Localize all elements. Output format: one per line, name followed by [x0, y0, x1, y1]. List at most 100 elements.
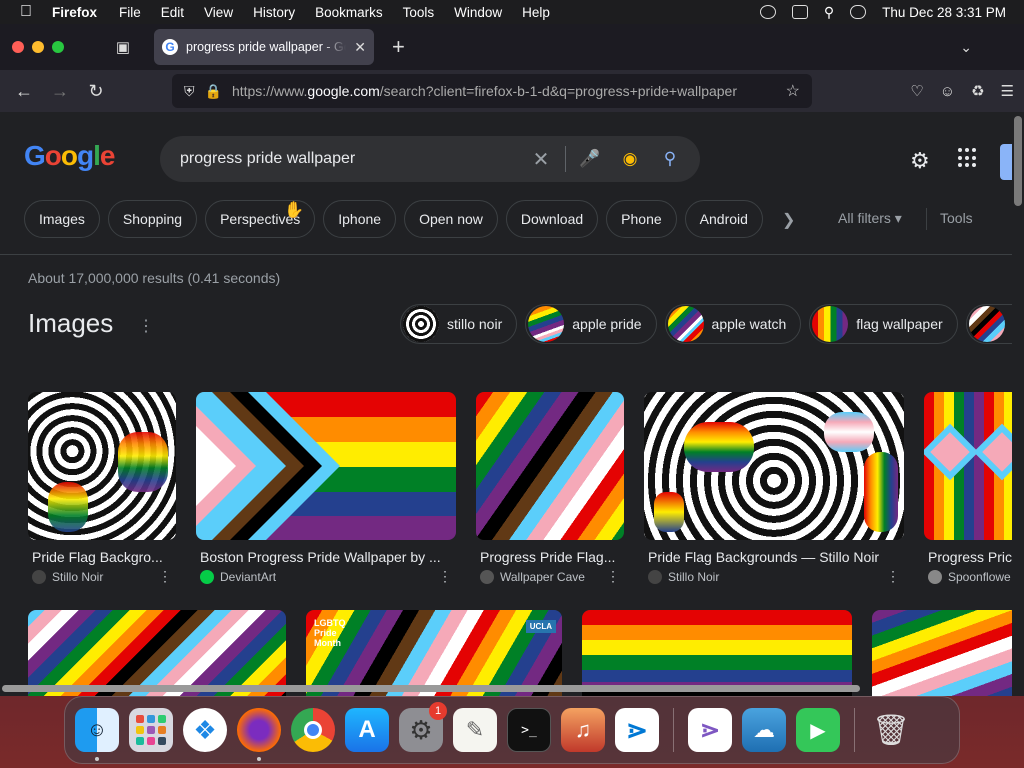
firefox-icon[interactable]: [237, 708, 281, 761]
lock-icon[interactable]: 🔒: [205, 83, 222, 100]
image-result-3[interactable]: [476, 392, 624, 540]
clear-search-icon[interactable]: ✕: [521, 147, 561, 172]
safari-icon[interactable]: ❖: [183, 708, 227, 752]
chip-phone[interactable]: Phone: [606, 200, 677, 238]
images-more-icon[interactable]: ⋮: [138, 316, 154, 336]
apple-menu-icon[interactable]: : [0, 3, 52, 21]
result-3-caption[interactable]: Progress Pride Flag...: [480, 549, 620, 565]
result-1-source[interactable]: Stillo Noir: [32, 570, 103, 584]
result-2-caption[interactable]: Boston Progress Pride Wallpaper by ...: [200, 549, 446, 565]
menubar-clock[interactable]: Thu Dec 28 3:31 PM: [882, 5, 1006, 20]
bookmark-star-icon[interactable]: ☆: [786, 81, 800, 101]
search-input[interactable]: progress pride wallpaper: [180, 150, 521, 168]
result-4-more-icon[interactable]: ⋮: [886, 568, 900, 585]
sign-in-button[interactable]: [1000, 144, 1012, 180]
chip-download[interactable]: Download: [505, 200, 599, 238]
launchpad-icon[interactable]: [129, 708, 173, 752]
chips-next-arrow-icon[interactable]: ❯: [782, 210, 795, 230]
menu-tools[interactable]: Tools: [403, 5, 435, 20]
pocket-icon[interactable]: ♡: [910, 82, 923, 100]
reload-icon[interactable]: ↻: [78, 81, 114, 102]
google-logo[interactable]: Google: [24, 140, 115, 172]
chip-images[interactable]: Images: [24, 200, 100, 238]
result-4-caption[interactable]: Pride Flag Backgrounds — Stillo Noir: [648, 549, 898, 565]
address-bar[interactable]: ⛨ 🔒 https://www.google.com/search?client…: [172, 74, 812, 108]
menu-view[interactable]: View: [204, 5, 233, 20]
close-tab-icon[interactable]: ✕: [354, 39, 366, 56]
result-1-more-icon[interactable]: ⋮: [158, 568, 172, 585]
new-tab-icon[interactable]: +: [392, 34, 405, 60]
chrome-icon[interactable]: [291, 708, 335, 752]
result-4-source[interactable]: Stillo Noir: [648, 570, 719, 584]
related-searches: stillo noir apple pride apple watch flag…: [400, 304, 1012, 344]
accessibility-icon[interactable]: [759, 5, 776, 19]
result-3-source[interactable]: Wallpaper Cave: [480, 570, 585, 584]
result-5-caption[interactable]: Progress Pric: [928, 549, 1012, 565]
menu-file[interactable]: File: [119, 5, 141, 20]
result-3-more-icon[interactable]: ⋮: [606, 568, 620, 585]
system-settings-icon[interactable]: ⚙ 1: [399, 702, 447, 752]
back-icon[interactable]: ←: [6, 81, 42, 102]
facetime-icon[interactable]: ▶: [796, 708, 840, 752]
url-text[interactable]: https://www.google.com/search?client=fir…: [232, 83, 737, 99]
image-result-2[interactable]: [196, 392, 456, 540]
forward-icon[interactable]: →: [42, 81, 78, 102]
related-apple-pride[interactable]: apple pride: [525, 304, 657, 344]
voice-search-icon[interactable]: 🎤: [570, 149, 610, 169]
google-apps-icon[interactable]: [958, 148, 978, 168]
control-center-icon[interactable]: [850, 5, 867, 19]
menu-help[interactable]: Help: [522, 5, 550, 20]
result-1-caption[interactable]: Pride Flag Backgro...: [32, 549, 172, 565]
related-more[interactable]: pr: [965, 304, 1012, 344]
account-icon[interactable]: ☺: [940, 83, 955, 100]
menu-app-name[interactable]: Firefox: [52, 5, 97, 20]
chip-android[interactable]: Android: [684, 200, 763, 238]
vscode-icon[interactable]: ⋗: [615, 708, 659, 752]
trash-icon[interactable]: 🗑: [869, 708, 913, 752]
images-heading[interactable]: Images: [28, 308, 113, 339]
menu-bookmarks[interactable]: Bookmarks: [315, 5, 383, 20]
result-2-more-icon[interactable]: ⋮: [438, 568, 452, 585]
tracking-protection-icon[interactable]: ⛨: [184, 83, 195, 100]
app-store-icon[interactable]: A: [345, 708, 389, 752]
list-all-tabs-icon[interactable]: ⌄: [960, 39, 972, 56]
minimize-window-button[interactable]: [32, 41, 44, 53]
chip-shopping[interactable]: Shopping: [107, 200, 198, 238]
app-menu-icon[interactable]: ☰: [1001, 82, 1014, 100]
image-result-4[interactable]: [644, 392, 904, 540]
textedit-icon[interactable]: ✎: [453, 708, 497, 752]
result-2-source[interactable]: DeviantArt: [200, 570, 276, 584]
screen-mirroring-icon[interactable]: [791, 5, 808, 19]
menu-history[interactable]: History: [253, 5, 295, 20]
menu-edit[interactable]: Edit: [161, 5, 184, 20]
zoom-window-button[interactable]: [52, 41, 64, 53]
visual-studio-icon[interactable]: ⋗: [688, 708, 732, 752]
menu-window[interactable]: Window: [454, 5, 502, 20]
image-result-5[interactable]: [924, 392, 1012, 540]
image-result-1[interactable]: [28, 392, 176, 540]
related-stillo-noir[interactable]: stillo noir: [400, 304, 518, 344]
terminal-icon[interactable]: >_: [507, 708, 551, 752]
tools-button[interactable]: Tools: [940, 210, 973, 226]
finder-icon[interactable]: ☺: [75, 708, 119, 761]
all-filters-button[interactable]: All filters ▾: [838, 210, 902, 227]
weather-icon[interactable]: ☁: [742, 708, 786, 752]
search-icon[interactable]: ⚲: [650, 149, 690, 169]
related-flag-wallpaper[interactable]: flag wallpaper: [809, 304, 958, 344]
horizontal-scrollbar[interactable]: [0, 682, 1012, 694]
tab-google-search[interactable]: G progress pride wallpaper - Goog ✕: [154, 29, 374, 65]
chip-iphone[interactable]: Iphone: [323, 200, 397, 238]
chip-open-now[interactable]: Open now: [404, 200, 498, 238]
settings-gear-icon[interactable]: ⚙: [910, 148, 930, 174]
vertical-scrollbar[interactable]: [1012, 112, 1024, 696]
lens-icon[interactable]: ◉: [610, 149, 650, 169]
firefox-view-icon[interactable]: ▣: [110, 37, 136, 57]
extensions-icon[interactable]: ♻: [971, 82, 984, 100]
search-box[interactable]: progress pride wallpaper ✕ 🎤 ◉ ⚲: [160, 136, 700, 182]
result-5-source[interactable]: Spoonflowe: [928, 570, 1011, 584]
related-apple-watch[interactable]: apple watch: [664, 304, 802, 344]
mouse-pointer-icon: ✋: [284, 202, 304, 219]
close-window-button[interactable]: [12, 41, 24, 53]
garageband-icon[interactable]: ♫: [561, 708, 605, 752]
spotlight-icon[interactable]: ⚲: [824, 4, 834, 21]
